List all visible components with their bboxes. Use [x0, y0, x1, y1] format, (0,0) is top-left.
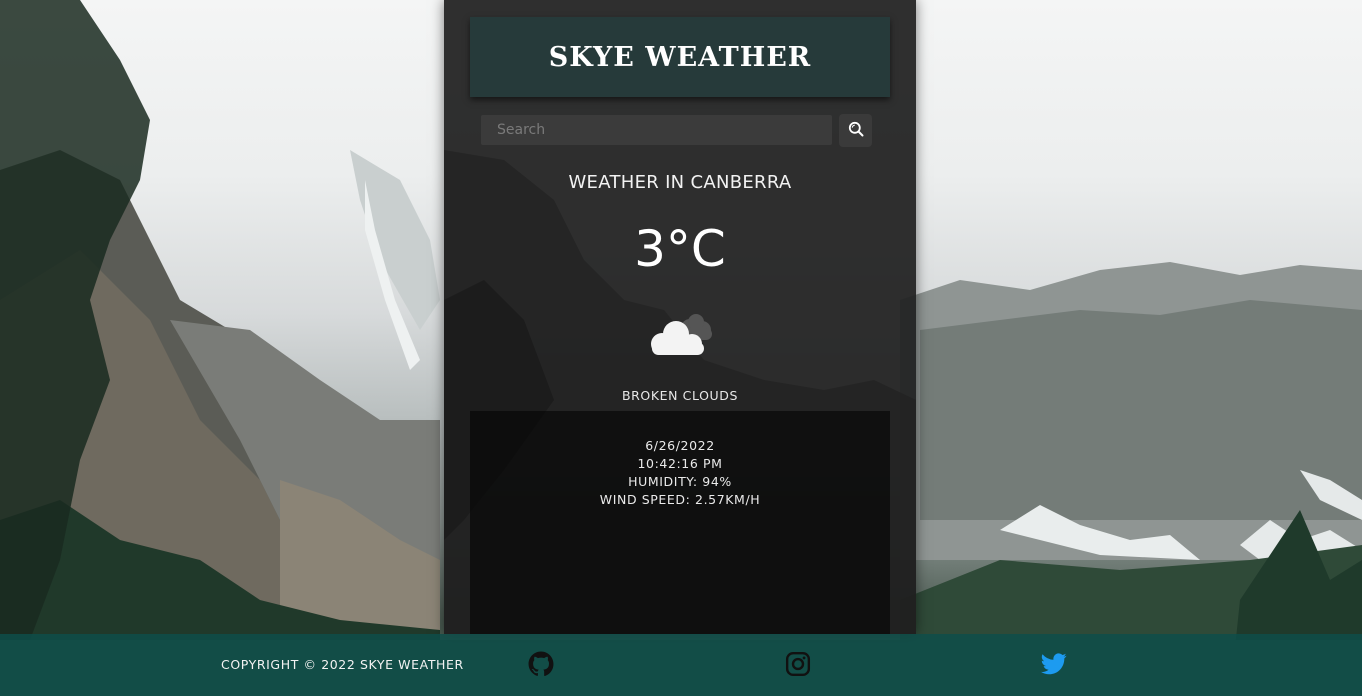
search-input[interactable] [481, 115, 832, 145]
github-link[interactable] [527, 651, 555, 681]
twitter-icon [1041, 653, 1067, 679]
search-icon [848, 121, 864, 141]
time-text: 10:42:16 PM [637, 456, 723, 471]
instagram-link[interactable] [784, 651, 812, 681]
github-icon [528, 651, 554, 681]
twitter-link[interactable] [1040, 652, 1068, 680]
weather-description: BROKEN CLOUDS [621, 388, 739, 403]
footer: COPYRIGHT © 2022 SKYE WEATHER [0, 634, 1362, 696]
weather-card: SKYE WEATHER WEATHER IN CANBERRA 3°C BR [444, 0, 916, 634]
date-text: 6/26/2022 [645, 438, 715, 453]
temperature-value: 3°C [634, 220, 726, 278]
instagram-icon [785, 651, 811, 681]
search-button[interactable] [839, 114, 872, 147]
broken-clouds-icon [644, 308, 720, 362]
copyright-text: COPYRIGHT © 2022 SKYE WEATHER [221, 657, 464, 672]
city-heading: WEATHER IN CANBERRA [568, 172, 792, 193]
app-title: SKYE WEATHER [548, 41, 812, 73]
wind-speed-text: WIND SPEED: 2.57KM/H [599, 492, 761, 507]
weather-details-panel: 6/26/2022 10:42:16 PM HUMIDITY: 94% WIND… [470, 411, 890, 634]
app-header: SKYE WEATHER [470, 17, 890, 97]
humidity-text: HUMIDITY: 94% [628, 474, 732, 489]
